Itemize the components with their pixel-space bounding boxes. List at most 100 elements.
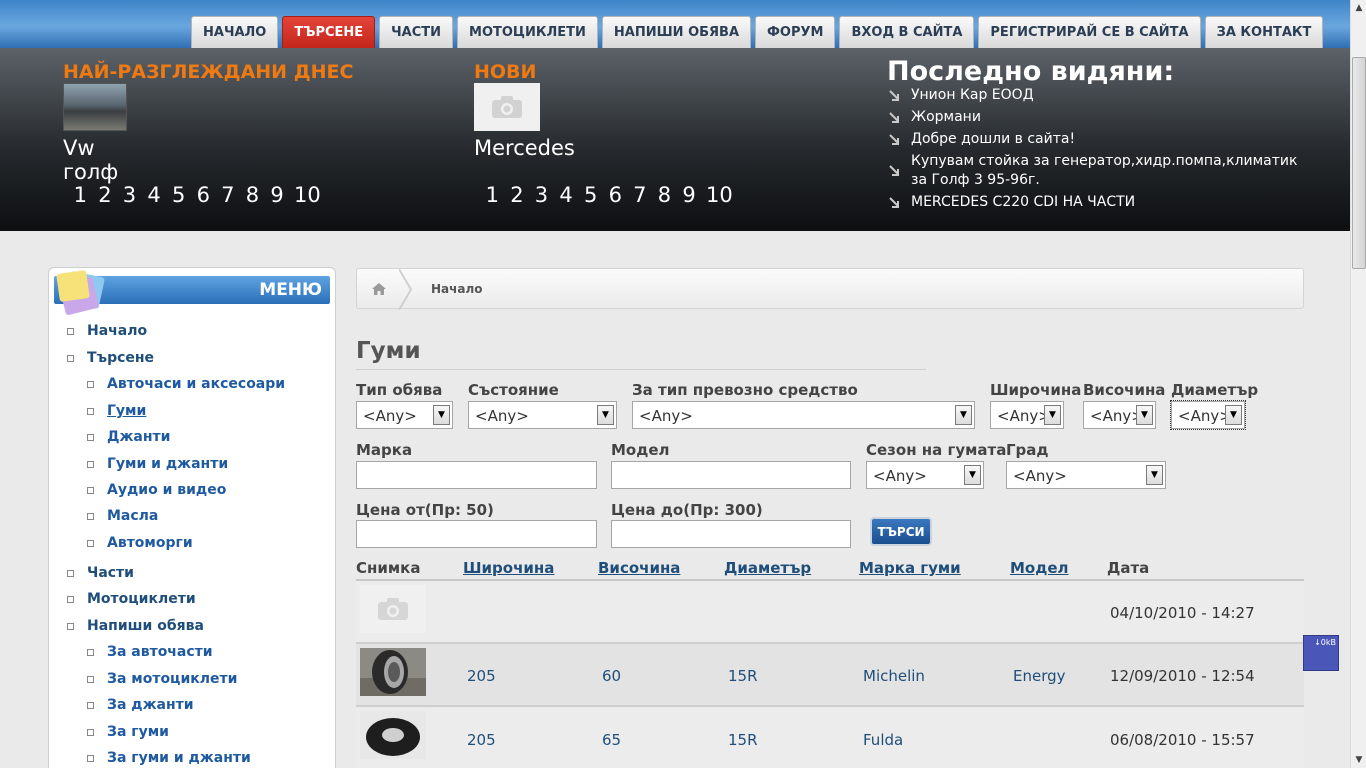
pager-link[interactable]: 9	[677, 183, 702, 207]
home-icon[interactable]	[371, 281, 387, 297]
sidebar-item-for-tires[interactable]: За гуми	[87, 724, 169, 740]
nav-tab-forum[interactable]: ФОРУМ	[755, 16, 836, 48]
sidebar-item-label: Гуми и джанти	[107, 456, 229, 472]
sidebar-item-for-car-parts[interactable]: За авточасти	[87, 644, 213, 660]
pager-link[interactable]: 3	[529, 183, 554, 207]
page: { "nav": [ {"label":"НАЧАЛО","active":fa…	[0, 0, 1366, 768]
season-select[interactable]: <Any> ▼	[866, 461, 984, 489]
vehicle-type-select[interactable]: <Any> ▼	[632, 401, 975, 429]
last-seen-item[interactable]: Купувам стойка за генератор,хидр.помпа,к…	[887, 152, 1317, 190]
nav-tab-register[interactable]: РЕГИСТРИРАЙ СЕ В САЙТА	[978, 16, 1201, 48]
new-thumbnail[interactable]	[474, 83, 540, 131]
price-from-input[interactable]	[356, 520, 597, 548]
model-input[interactable]	[611, 461, 851, 489]
search-button[interactable]: ТЪРСИ	[870, 517, 932, 546]
sidebar-item-audio-video[interactable]: Аудио и видео	[87, 482, 226, 498]
sidebar-item-oils[interactable]: Масла	[87, 508, 158, 524]
new-item-name[interactable]: Mercedes	[474, 136, 575, 160]
sidebar-item-home[interactable]: Начало	[67, 323, 147, 339]
height-select[interactable]: <Any> ▼	[1083, 401, 1156, 429]
pager-link[interactable]: 1	[68, 183, 93, 207]
pager-link[interactable]: 8	[240, 183, 265, 207]
row-photo[interactable]	[360, 585, 426, 633]
pager-link[interactable]: 7	[628, 183, 653, 207]
city-select[interactable]: <Any> ▼	[1006, 461, 1166, 489]
sidebar-item-label: За гуми и джанти	[107, 750, 251, 766]
sidebar-item-tires-and-rims[interactable]: Гуми и джанти	[87, 456, 229, 472]
table-row[interactable]: 205 60 15R Michelin Energy 12/09/2010 - …	[356, 644, 1304, 707]
col-header-model[interactable]: Модел	[1010, 559, 1069, 577]
scroll-up-icon[interactable]: ▲	[1351, 0, 1366, 16]
pager-link[interactable]: 2	[505, 183, 530, 207]
last-seen-item-label: Добре дошли в сайта!	[911, 131, 1076, 147]
condition-select[interactable]: <Any> ▼	[468, 401, 617, 429]
pager-link[interactable]: 5	[578, 183, 603, 207]
most-viewed-item-name[interactable]: Vw голф	[63, 136, 123, 184]
pager-link[interactable]: 6	[603, 183, 628, 207]
sidebar-item-scrapyards[interactable]: Автоморги	[87, 535, 193, 551]
most-viewed-thumbnail[interactable]	[63, 83, 127, 131]
scrollbar-thumb[interactable]	[1352, 57, 1366, 269]
sidebar-item-label: Части	[87, 565, 134, 581]
nav-tab-home[interactable]: НАЧАЛО	[191, 16, 279, 48]
table-row[interactable]: 205 65 15R Fulda 06/08/2010 - 15:57	[356, 708, 1304, 768]
col-header-width[interactable]: Широчина	[463, 559, 554, 577]
pager-link[interactable]: 9	[265, 183, 290, 207]
tire-photo[interactable]	[360, 648, 426, 696]
pager-link[interactable]: 4	[142, 183, 167, 207]
breadcrumb-current[interactable]: Начало	[431, 282, 483, 296]
nav-tab-parts[interactable]: ЧАСТИ	[379, 16, 454, 48]
price-from-label: Цена от(Пр: 50)	[356, 501, 494, 519]
col-header-brand[interactable]: Марка гуми	[859, 559, 961, 577]
brand-input[interactable]	[356, 461, 597, 489]
diameter-select[interactable]: <Any> ▼	[1170, 400, 1246, 430]
col-header-diameter[interactable]: Диаметър	[724, 559, 811, 577]
sidebar-item-post-ad[interactable]: Напиши обява	[67, 618, 204, 634]
sidebar-item-motorcycles[interactable]: Мотоциклети	[67, 591, 196, 607]
download-speed-badge[interactable]: ↓0kB	[1303, 635, 1339, 671]
nav-tab-login[interactable]: ВХОД В САЙТА	[839, 16, 975, 48]
sidebar-item-tires[interactable]: Гуми	[87, 403, 146, 419]
nav-tab-search[interactable]: ТЪРСЕНЕ	[282, 16, 376, 48]
sidebar-item-for-rims[interactable]: За джанти	[87, 697, 194, 713]
width-select[interactable]: <Any> ▼	[990, 401, 1064, 429]
sidebar-item-parts[interactable]: Части	[67, 565, 134, 581]
sidebar-item-for-tires-and-rims[interactable]: За гуми и джанти	[87, 750, 251, 766]
sidebar-item-for-motorcycles[interactable]: За мотоциклети	[87, 671, 237, 687]
pager-link[interactable]: 2	[93, 183, 118, 207]
last-seen-item-label: MERCEDES C220 CDI НА ЧАСТИ	[911, 194, 1136, 210]
last-seen-item[interactable]: Добре дошли в сайта!	[887, 130, 1317, 149]
ad-type-value: <Any>	[363, 407, 417, 425]
sidebar-item-rims[interactable]: Джанти	[87, 429, 170, 445]
pager-link[interactable]: 8	[652, 183, 677, 207]
pager-link[interactable]: 6	[191, 183, 216, 207]
price-to-input[interactable]	[611, 520, 851, 548]
pager-link[interactable]: 5	[166, 183, 191, 207]
sidebar-item-search[interactable]: Търсене	[67, 350, 154, 366]
condition-label: Състояние	[468, 381, 559, 399]
breadcrumb-separator	[399, 269, 413, 310]
nav-tab-contact[interactable]: ЗА КОНТАКТ	[1204, 16, 1324, 48]
table-row[interactable]: 04/10/2010 - 14:27	[356, 581, 1304, 644]
col-header-height[interactable]: Височина	[598, 559, 680, 577]
diameter-label: Диаметър	[1171, 381, 1259, 399]
brand-label: Марка	[356, 441, 413, 459]
ad-type-select[interactable]: <Any> ▼	[356, 401, 453, 429]
pager-link[interactable]: 3	[117, 183, 142, 207]
cell-height: 60	[602, 667, 622, 685]
nav-tab-motorcycles[interactable]: МОТОЦИКЛЕТИ	[457, 16, 598, 48]
last-seen-item[interactable]: Унион Кар ЕООД	[887, 86, 1317, 105]
pager-link[interactable]: 4	[554, 183, 579, 207]
pager-link[interactable]: 7	[216, 183, 241, 207]
pager-link[interactable]: 10	[701, 183, 737, 207]
scroll-down-icon[interactable]: ▼	[1351, 752, 1366, 768]
page-scrollbar[interactable]: ▲ ▼	[1350, 0, 1366, 768]
tire-photo[interactable]	[360, 711, 426, 759]
last-seen-item[interactable]: Жормани	[887, 108, 1317, 127]
top-nav-bar: НАЧАЛО ТЪРСЕНЕ ЧАСТИ МОТОЦИКЛЕТИ НАПИШИ …	[0, 0, 1350, 48]
sidebar-item-car-parts-accessories[interactable]: Авточаси и аксесоари	[87, 376, 285, 392]
last-seen-item[interactable]: MERCEDES C220 CDI НА ЧАСТИ	[887, 193, 1317, 212]
pager-link[interactable]: 10	[289, 183, 325, 207]
pager-link[interactable]: 1	[480, 183, 505, 207]
nav-tab-post-ad[interactable]: НАПИШИ ОБЯВА	[601, 16, 752, 48]
